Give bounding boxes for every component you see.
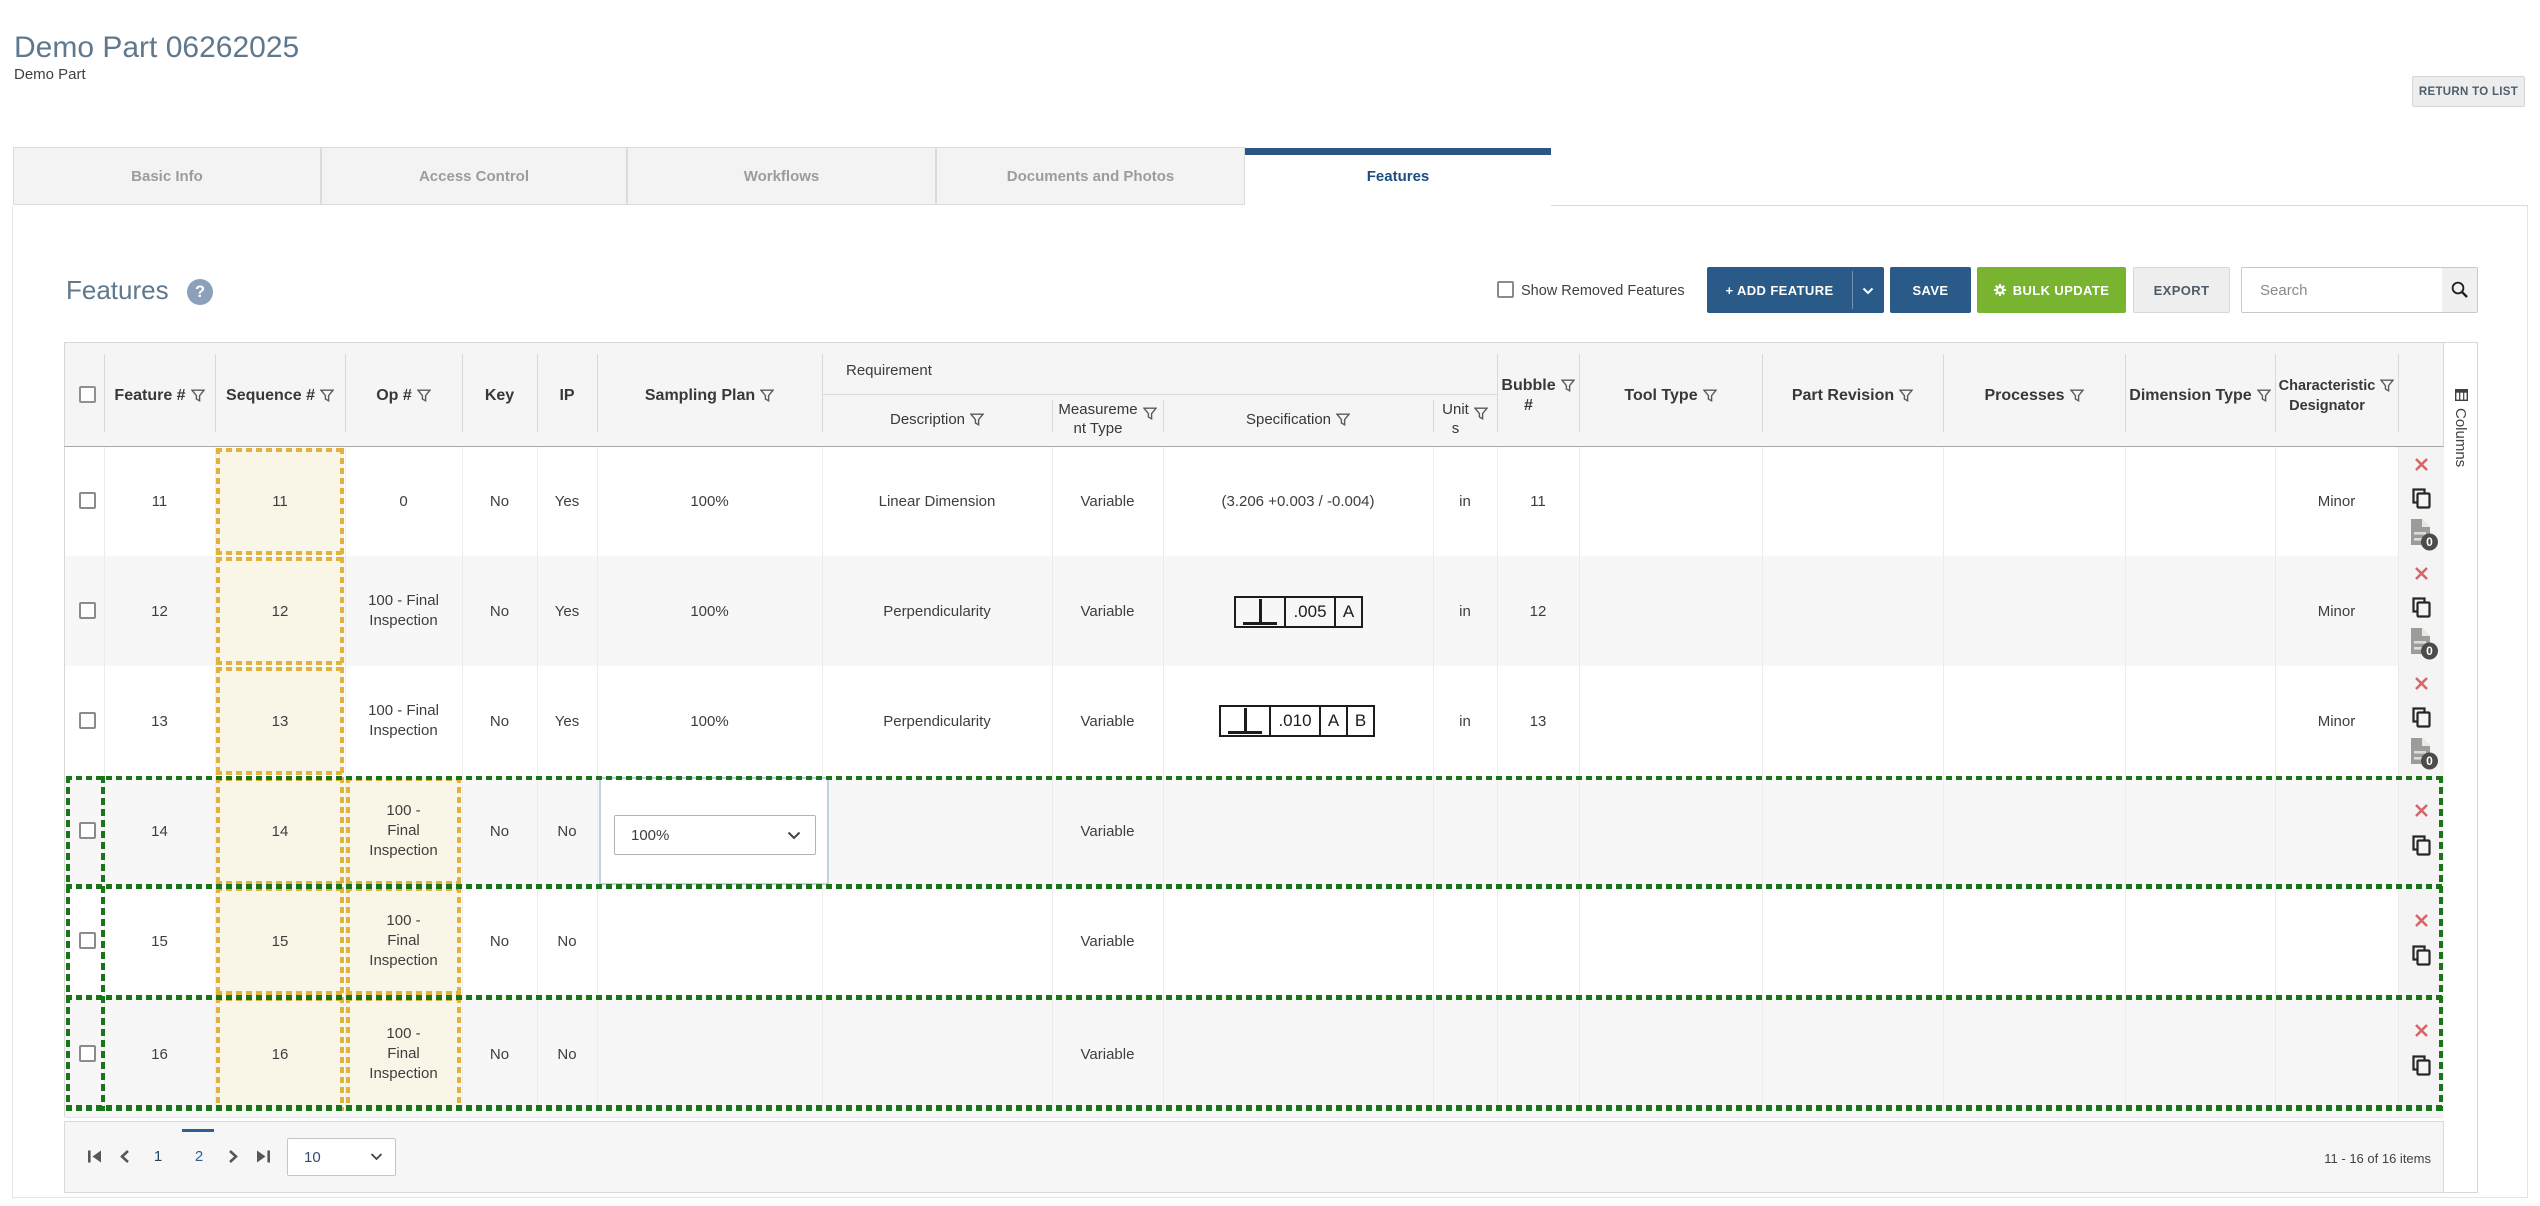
svg-text:0: 0 (2426, 535, 2433, 549)
svg-text:0: 0 (2426, 644, 2433, 658)
svg-text:0: 0 (2426, 754, 2433, 768)
